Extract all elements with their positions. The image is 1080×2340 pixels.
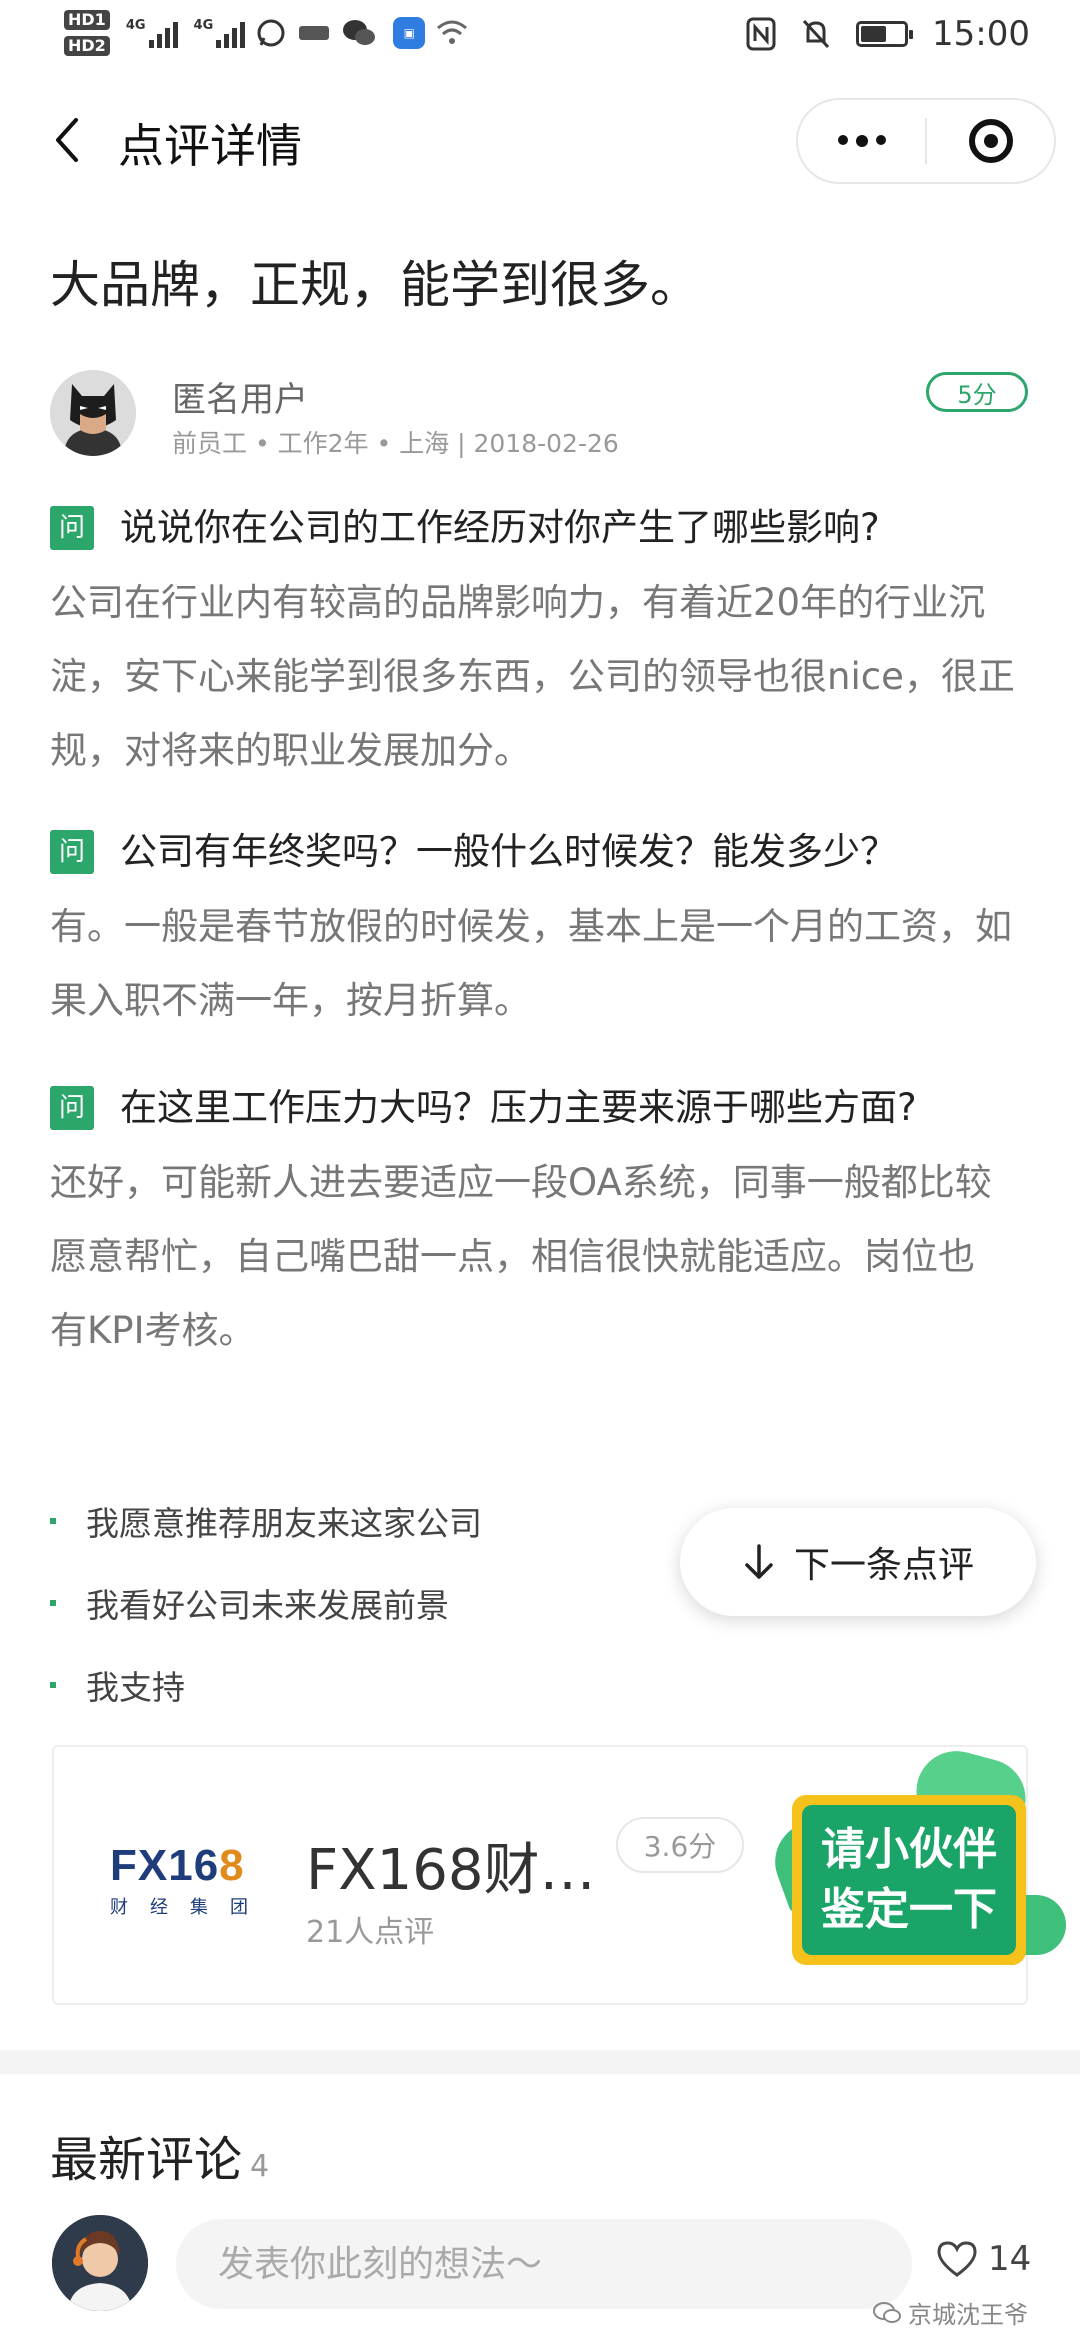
comments-heading: 最新评论 4 (50, 2120, 269, 2190)
company-logo: FX168 财经集团 (110, 1841, 270, 1919)
review-title: 大品牌，正规，能学到很多。 (50, 256, 700, 314)
more-button[interactable] (798, 100, 925, 182)
comment-bar: 14 京城沈王爷 (0, 2195, 1080, 2340)
avatar (50, 370, 136, 456)
company-name: FX168财… (306, 1838, 596, 1903)
qa-item: 问公司有年终奖吗？一般什么时候发？能发多少？ 有。一般是春节放假的时候发，基本上… (50, 826, 1040, 1038)
list-item: 我支持 (50, 1644, 482, 1726)
wifi-icon (437, 20, 468, 44)
like-count: 14 (988, 2239, 1032, 2279)
promo-line2: 鉴定一下 (821, 1884, 997, 1935)
question-tag: 问 (50, 830, 94, 874)
comments-count: 4 (250, 2149, 270, 2184)
user-meta: 前员工 • 工作2年 • 上海 | 2018-02-26 (172, 429, 619, 458)
bullet-text: 我愿意推荐朋友来这家公司 (86, 1504, 482, 1543)
car-app-icon: ▣ (393, 17, 426, 49)
question-tag: 问 (50, 1086, 94, 1130)
wechat-icon (343, 20, 376, 45)
answer-text: 还好，可能新人进去要适应一段OA系统，同事一般都比较愿意帮忙，自己嘴巴甜一点，相… (50, 1161, 992, 1352)
promo-sign: 请小伙伴 鉴定一下 (792, 1795, 1026, 1965)
bullet-dot (50, 1600, 56, 1606)
question: 问在这里工作压力大吗？压力主要来源于哪些方面? (50, 1082, 1010, 1134)
score-badge: 5分 (926, 372, 1028, 412)
section-divider (0, 2050, 1080, 2074)
company-score: 3.6分 (616, 1817, 744, 1873)
signal-icon: 4G (194, 18, 246, 48)
close-miniprogram-button[interactable] (927, 100, 1054, 182)
hd1-badge: HD1 (64, 10, 110, 30)
question-text: 公司有年终奖吗？一般什么时候发？能发多少？ (120, 830, 897, 873)
target-circle-icon (968, 119, 1013, 163)
more-dots-icon (837, 135, 886, 147)
answer-text: 有。一般是春节放假的时候发，基本上是一个月的工资，如果入职不满一年，按月折算。 (50, 905, 1012, 1022)
qa-item: 问在这里工作压力大吗？压力主要来源于哪些方面? 还好，可能新人进去要适应一段OA… (50, 1082, 1010, 1368)
miniprogram-capsule (796, 98, 1056, 184)
list-item: 我看好公司未来发展前景 (50, 1562, 482, 1644)
clock: 15:00 (932, 14, 1030, 54)
whatsapp-icon (257, 19, 285, 47)
watermark: 京城沈王爷 (872, 2295, 1028, 2330)
status-right: 15:00 (746, 14, 1030, 54)
hd-indicators: HD1 HD2 (64, 10, 110, 56)
nav-bar: 点评详情 (0, 90, 1080, 190)
back-button[interactable] (42, 112, 92, 168)
bullet-dot (50, 1682, 56, 1688)
logo-subtitle: 财经集团 (110, 1897, 270, 1918)
company-review-count: 21人点评 (306, 1915, 435, 1950)
next-review-label: 下一条点评 (793, 1545, 974, 1586)
next-review-button[interactable]: 下一条点评 (680, 1508, 1036, 1616)
news-app-icon (299, 26, 330, 40)
appraise-promo-button[interactable]: 请小伙伴 鉴定一下 (756, 1742, 1066, 1985)
bullet-text: 我看好公司未来发展前景 (86, 1586, 449, 1625)
wechat-official-icon (873, 2301, 901, 2323)
mute-bell-icon (802, 19, 830, 49)
question-tag: 问 (50, 506, 94, 550)
promo-line1: 请小伙伴 (821, 1824, 997, 1875)
status-bar: HD1 HD2 4G 4G ▣ 15:00 (0, 0, 1080, 76)
list-item: 我愿意推荐朋友来这家公司 (50, 1480, 482, 1562)
network-type-1: 4G (125, 18, 146, 33)
qa-item: 问说说你在公司的工作经历对你产生了哪些影响? 公司在行业内有较高的品牌影响力，有… (50, 502, 1040, 788)
question: 问说说你在公司的工作经历对你产生了哪些影响? (50, 502, 1040, 554)
signal-icon: 4G (126, 18, 178, 48)
promo-sign-inner: 请小伙伴 鉴定一下 (802, 1805, 1016, 1955)
arrow-down-icon (745, 1544, 773, 1579)
like-button[interactable]: 14 (936, 2239, 1031, 2279)
comment-input[interactable] (176, 2219, 912, 2309)
bullet-text: 我支持 (86, 1668, 185, 1707)
page-title: 点评详情 (118, 119, 302, 173)
answer-text: 公司在行业内有较高的品牌影响力，有着近20年的行业沉淀，安下心来能学到很多东西，… (50, 581, 1015, 772)
battery-icon (856, 21, 914, 47)
batman-avatar-icon (50, 370, 136, 456)
question-text: 说说你在公司的工作经历对你产生了哪些影响? (120, 506, 880, 549)
heart-icon (937, 2241, 977, 2277)
status-left: HD1 HD2 4G 4G ▣ (64, 10, 469, 56)
hd2-badge: HD2 (64, 36, 110, 56)
user-avatar-icon (52, 2215, 148, 2311)
nfc-icon (746, 17, 776, 51)
bullet-dot (50, 1518, 56, 1524)
user-name: 匿名用户 (172, 380, 308, 420)
watermark-text: 京城沈王爷 (908, 2301, 1028, 2329)
chevron-left-icon (56, 118, 78, 162)
recommendation-list: 我愿意推荐朋友来这家公司 我看好公司未来发展前景 我支持 (50, 1480, 482, 1726)
network-type-2: 4G (193, 18, 214, 33)
avatar[interactable] (52, 2215, 148, 2311)
logo-wordmark: FX168 (110, 1841, 245, 1890)
question-text: 在这里工作压力大吗？压力主要来源于哪些方面? (120, 1086, 917, 1129)
comments-title: 最新评论 (50, 2132, 243, 2188)
question: 问公司有年终奖吗？一般什么时候发？能发多少？ (50, 826, 1040, 878)
